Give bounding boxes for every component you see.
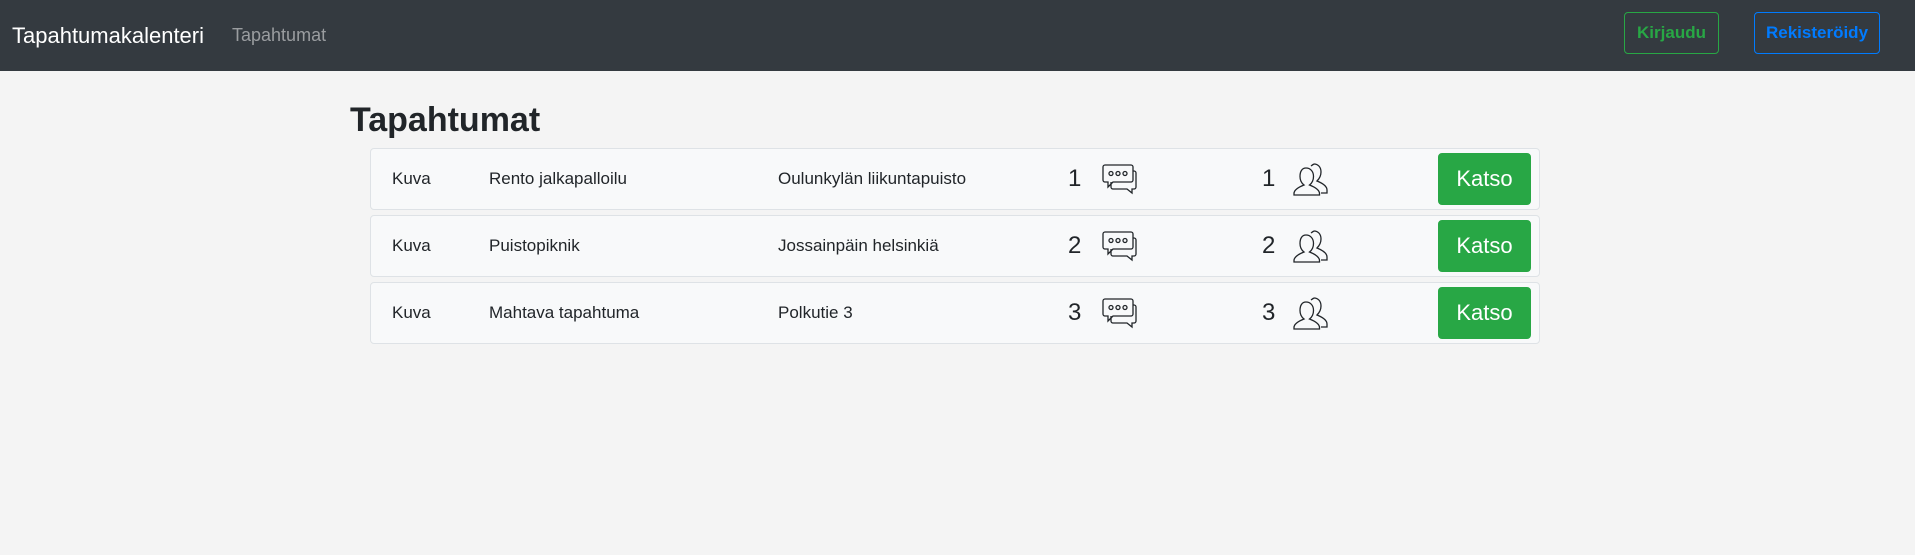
event-location: Oulunkylän liikuntapuisto xyxy=(778,169,967,188)
view-event-button[interactable]: Katso xyxy=(1438,220,1531,272)
participant-count: 1 xyxy=(1262,165,1276,192)
event-image-label: Kuva xyxy=(392,169,431,188)
event-image-label: Kuva xyxy=(392,303,431,322)
people-icon xyxy=(1292,216,1330,276)
chat-bubbles-icon xyxy=(1101,149,1137,209)
chat-bubbles-icon xyxy=(1101,283,1137,343)
event-name: Mahtava tapahtuma xyxy=(489,303,640,322)
navbar: Tapahtumakalenteri Tapahtumat Kirjaudu R… xyxy=(0,0,1915,71)
login-button[interactable]: Kirjaudu xyxy=(1624,12,1719,54)
people-icon xyxy=(1292,283,1330,343)
comment-count: 3 xyxy=(1068,299,1082,326)
chat-bubbles-icon xyxy=(1101,216,1137,276)
event-name: Rento jalkapalloilu xyxy=(489,169,627,188)
event-image-label: Kuva xyxy=(392,236,431,255)
brand-link[interactable]: Tapahtumakalenteri xyxy=(12,23,204,49)
register-button[interactable]: Rekisteröidy xyxy=(1754,12,1880,54)
event-row: Kuva Puistopiknik Jossainpäin helsinkiä … xyxy=(370,215,1540,277)
event-location: Jossainpäin helsinkiä xyxy=(778,236,939,255)
event-name: Puistopiknik xyxy=(489,236,580,255)
comment-count: 1 xyxy=(1068,165,1082,192)
view-event-button[interactable]: Katso xyxy=(1438,287,1531,339)
view-event-button[interactable]: Katso xyxy=(1438,153,1531,205)
comment-count: 2 xyxy=(1068,232,1082,259)
participant-count: 3 xyxy=(1262,299,1276,326)
auth-buttons: Kirjaudu Rekisteröidy xyxy=(1624,12,1880,54)
main-content: Tapahtumat Kuva Rento jalkapalloilu Oulu… xyxy=(350,100,1540,349)
participant-count: 2 xyxy=(1262,232,1276,259)
event-list: Kuva Rento jalkapalloilu Oulunkylän liik… xyxy=(370,148,1540,344)
people-icon xyxy=(1292,149,1330,209)
event-location: Polkutie 3 xyxy=(778,303,853,322)
nav-link-events[interactable]: Tapahtumat xyxy=(232,25,326,46)
event-row: Kuva Mahtava tapahtuma Polkutie 3 3 3 Ka xyxy=(370,282,1540,344)
page-title: Tapahtumat xyxy=(350,101,541,139)
event-row: Kuva Rento jalkapalloilu Oulunkylän liik… xyxy=(370,148,1540,210)
